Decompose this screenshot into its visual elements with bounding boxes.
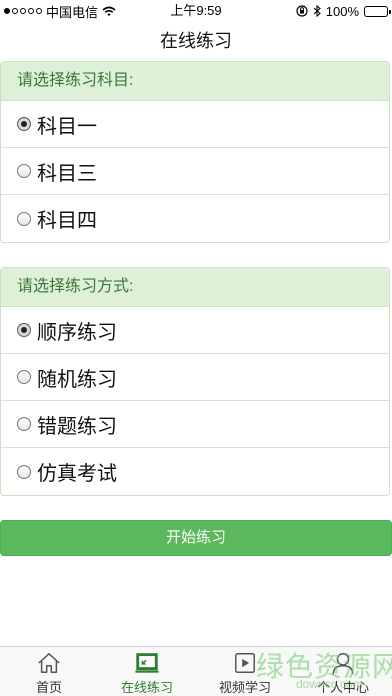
mode-section-header: 请选择练习方式: (1, 268, 389, 307)
battery-icon (364, 5, 391, 17)
mode-option-sequential[interactable]: 顺序练习 (1, 307, 389, 354)
radio-button-icon[interactable] (17, 211, 31, 226)
subject-option-4[interactable]: 科目四 (1, 195, 389, 242)
option-label: 随机练习 (37, 368, 117, 391)
tab-label: 个人中心 (316, 680, 369, 695)
radio-button-icon[interactable] (17, 323, 31, 337)
bluetooth-icon (313, 5, 321, 17)
tab-label: 视频学习 (218, 680, 271, 695)
tab-home[interactable]: 首页 (0, 647, 98, 696)
status-bar-left: 中国电信 (4, 0, 116, 22)
page-title: 在线练习 (160, 31, 232, 51)
subject-option-3[interactable]: 科目三 (1, 148, 389, 195)
wifi-icon (102, 6, 116, 16)
home-icon (38, 653, 60, 673)
tab-personal-center[interactable]: 个人中心 (294, 647, 392, 696)
carrier-label: 中国电信 (46, 4, 99, 20)
subject-section: 请选择练习科目: 科目一 科目三 科目四 (0, 61, 390, 243)
orientation-lock-icon (296, 5, 308, 17)
clock-label: 上午9:59 (170, 3, 222, 18)
mode-option-random[interactable]: 随机练习 (1, 354, 389, 401)
radio-button-icon[interactable] (17, 117, 31, 131)
option-label: 科目一 (37, 115, 97, 138)
tab-video-learning[interactable]: 视频学习 (196, 647, 294, 696)
tab-label: 在线练习 (120, 680, 173, 695)
subject-section-header: 请选择练习科目: (1, 62, 389, 101)
signal-strength-icon (4, 8, 42, 14)
radio-button-icon[interactable] (17, 370, 31, 384)
mode-section: 请选择练习方式: 顺序练习 随机练习 错题练习 仿真考试 (0, 267, 390, 496)
practice-icon (135, 653, 159, 673)
mode-option-mistakes[interactable]: 错题练习 (1, 401, 389, 448)
mode-option-mock-exam[interactable]: 仿真考试 (1, 448, 389, 495)
tab-online-practice[interactable]: 在线练习 (98, 647, 196, 696)
video-icon (235, 653, 255, 673)
option-label: 科目三 (37, 162, 97, 185)
option-label: 错题练习 (37, 415, 117, 438)
tab-label: 首页 (35, 680, 62, 695)
radio-button-icon[interactable] (17, 417, 31, 431)
tab-bar: 首页 在线练习 视频学习 个人中心 (0, 646, 392, 696)
option-label: 顺序练习 (37, 321, 117, 344)
battery-percentage: 100% (325, 3, 359, 19)
option-label: 科目四 (37, 210, 97, 232)
subject-option-1[interactable]: 科目一 (1, 101, 389, 148)
radio-button-icon[interactable] (17, 164, 31, 178)
start-practice-button[interactable]: 开始练习 (0, 520, 392, 556)
person-icon (332, 653, 354, 675)
status-bar-right: 100% (296, 0, 391, 22)
radio-button-icon[interactable] (17, 464, 31, 479)
status-bar: 中国电信 上午9:59 100% (0, 0, 392, 22)
option-label: 仿真考试 (37, 463, 117, 485)
